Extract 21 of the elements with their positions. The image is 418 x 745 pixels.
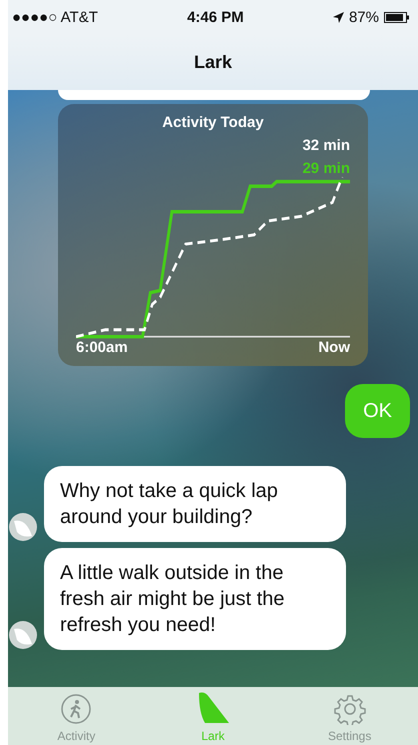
nav-title: Lark — [194, 52, 232, 72]
battery-percentage: 87% — [348, 8, 379, 26]
walking-person-icon — [60, 693, 92, 725]
tab-bar-item[interactable]: Settings — [281, 687, 418, 745]
actual-reading: 29 min — [302, 160, 350, 177]
carrier-text: ●●●●○ AT&T — [12, 8, 98, 26]
axis-start-label: 6:00am — [76, 339, 128, 356]
battery-icon — [384, 12, 410, 22]
sent-message-bubble: OK — [345, 384, 410, 438]
settings-icon — [334, 693, 366, 725]
avatar-icon — [8, 620, 38, 650]
avatar-icon — [8, 512, 38, 542]
goal-reading: 32 min — [302, 137, 350, 154]
location-arrow-icon — [332, 12, 344, 22]
status-time: 4:46 PM — [187, 8, 244, 26]
tab-bar-item[interactable]: Lark — [144, 687, 282, 745]
received-message-bubble: A little walk outside in the fresh air might be just the refresh you need! — [44, 548, 346, 650]
card-title: Activity Today — [162, 114, 264, 131]
tab-bar-item[interactable]: Activity — [8, 687, 145, 745]
axis-end-label: Now — [318, 339, 350, 356]
received-message-bubble: Why not take a quick lap around your building? — [44, 466, 346, 542]
